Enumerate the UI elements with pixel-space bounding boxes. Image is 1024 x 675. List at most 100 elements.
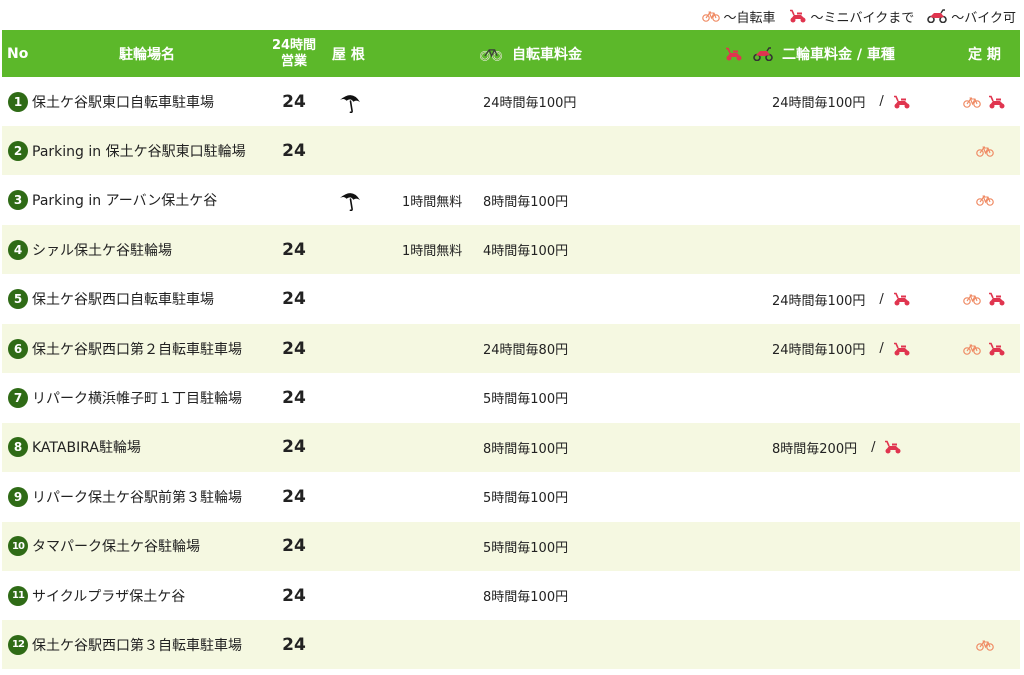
scooter-icon [987, 342, 1007, 356]
parking-name-cell: 11 サイクルプラザ保土ケ谷 [8, 571, 185, 620]
parking-name: サイクルプラザ保土ケ谷 [32, 588, 186, 605]
row-number-badge: 7 [8, 387, 28, 408]
commuter-pass-cell [960, 77, 1010, 126]
scooter-icon [987, 95, 1007, 109]
table-row: 11 サイクルプラザ保土ケ谷 24 8時間毎100円 [2, 571, 1020, 620]
hours-24-cell: 24 [282, 140, 306, 161]
header-roof: 屋 根 [332, 46, 365, 63]
bicycle-fee-cell: 8時間毎100円 [483, 194, 569, 210]
legend-minibike: 〜ミニバイクまで [788, 7, 914, 26]
parking-name: リパーク横浜帷子町１丁目駐輪場 [32, 390, 242, 407]
bicycle-icon [702, 10, 721, 22]
table-row: 10 タマパーク保土ケ谷駐輪場 24 5時間毎100円 [2, 521, 1020, 571]
row-number-badge: 11 [8, 585, 28, 606]
moto-fee-separator: / [879, 341, 884, 356]
table-row: 3 Parking in アーバン保土ケ谷 1時間無料 8時間毎100円 [2, 176, 1020, 225]
moto-fee-cell: 8時間毎200円 / [772, 423, 903, 472]
parking-name: シァル保土ケ谷駐輪場 [32, 242, 172, 259]
scooter-icon [892, 292, 912, 306]
roof-cell [337, 126, 363, 175]
legend-motorbike: 〜バイク可 [926, 7, 1016, 26]
row-number-badge: 1 [8, 91, 28, 112]
scooter-icon [892, 342, 912, 356]
commuter-pass-cell [960, 225, 1010, 274]
moto-fee-cell [772, 472, 786, 521]
table-row: 6 保土ケ谷駅西口第２自転車駐車場 24 24時間毎80円 24時間毎100円 / [2, 324, 1020, 373]
row-number-badge: 9 [8, 486, 28, 507]
parking-name-cell: 9 リパーク保土ケ谷駅前第３駐輪場 [8, 472, 242, 521]
moto-fee-cell [772, 373, 786, 422]
free-time-cell: 1時間無料 [402, 244, 463, 260]
motorbike-icon [752, 46, 774, 61]
parking-name: 保土ケ谷駅西口第２自転車駐車場 [32, 341, 242, 358]
hours-24-cell: 24 [282, 239, 306, 260]
roof-cell [337, 423, 363, 472]
roof-cell [337, 176, 363, 225]
parking-name-cell: 5 保土ケ谷駅西口自転車駐車場 [8, 275, 214, 324]
header-no: No [7, 45, 29, 62]
umbrella-icon [338, 91, 362, 113]
moto-fee-cell [772, 522, 786, 571]
row-number-badge: 4 [8, 239, 28, 260]
roof-cell [337, 522, 363, 571]
moto-fee-cell: 24時間毎100円 / [772, 275, 912, 324]
commuter-pass-cell [960, 522, 1010, 571]
scooter-icon [987, 292, 1007, 306]
motorbike-icon [926, 9, 948, 23]
hours-24-cell: 24 [282, 289, 306, 310]
moto-fee-cell: 24時間毎100円 / [772, 324, 912, 373]
table-row: 4 シァル保土ケ谷駐輪場 24 1時間無料 4時間毎100円 [2, 225, 1020, 275]
roof-cell [337, 620, 363, 669]
free-time-cell: 1時間無料 [402, 194, 463, 210]
commuter-pass-cell [960, 324, 1010, 373]
hours-24-cell: 24 [282, 536, 306, 557]
roof-cell [337, 225, 363, 274]
commuter-pass-cell [960, 373, 1010, 422]
bicycle-fee-cell: 4時間毎100円 [483, 244, 569, 260]
parking-name-cell: 6 保土ケ谷駅西口第２自転車駐車場 [8, 324, 242, 373]
bicycle-icon [963, 343, 981, 355]
commuter-pass-cell [960, 275, 1010, 324]
moto-fee-text: 24時間毎100円 [772, 96, 866, 111]
table-row: 9 リパーク保土ケ谷駅前第３駐輪場 24 5時間毎100円 [2, 472, 1020, 521]
header-24h-line1: 24時間 [271, 37, 317, 53]
parking-name-cell: 2 Parking in 保土ケ谷駅東口駐輪場 [8, 126, 246, 175]
header-24h: 24時間 営業 [264, 30, 324, 77]
row-number-badge: 3 [8, 190, 28, 211]
legend-motorbike-label: 〜バイク可 [951, 10, 1016, 26]
commuter-pass-cell [960, 472, 1010, 521]
hours-24-cell: 24 [282, 634, 306, 655]
scooter-icon [892, 95, 912, 109]
table-row: 7 リパーク横浜帷子町１丁目駐輪場 24 5時間毎100円 [2, 373, 1020, 422]
roof-cell [337, 77, 363, 126]
parking-name: Parking in アーバン保土ケ谷 [32, 193, 218, 210]
hours-24-cell: 24 [282, 387, 306, 408]
moto-fee-text: 24時間毎100円 [772, 343, 866, 358]
commuter-pass-cell [960, 571, 1010, 620]
commuter-pass-cell [960, 176, 1010, 225]
roof-cell [337, 324, 363, 373]
table-row: 1 保土ケ谷駅東口自転車駐車場 24 24時間毎100円 24時間毎100円 / [2, 77, 1020, 126]
header-moto-fee-label: 二輪車料金 / 車種 [782, 46, 895, 63]
legend-bicycle-label: 〜自転車 [723, 10, 776, 26]
hours-24-cell: 24 [282, 486, 306, 507]
umbrella-icon [338, 189, 362, 212]
bicycle-fee-cell: 5時間毎100円 [483, 491, 569, 507]
parking-name-cell: 3 Parking in アーバン保土ケ谷 [8, 176, 217, 225]
bicycle-icon [976, 194, 994, 207]
moto-fee-cell [772, 126, 786, 175]
parking-name-cell: 7 リパーク横浜帷子町１丁目駐輪場 [8, 373, 242, 422]
scooter-icon [883, 440, 903, 454]
header-24h-line2: 営業 [280, 53, 307, 69]
hours-24-cell: 24 [282, 338, 306, 359]
parking-name-cell: 1 保土ケ谷駅東口自転車駐車場 [8, 77, 214, 126]
bicycle-fee-cell: 24時間毎80円 [483, 343, 569, 358]
parking-name: 保土ケ谷駅東口自転車駐車場 [32, 94, 214, 111]
commuter-pass-cell [960, 423, 1010, 472]
parking-name-cell: 4 シァル保土ケ谷駐輪場 [8, 225, 172, 274]
commuter-pass-cell [960, 126, 1010, 175]
table-row: 5 保土ケ谷駅西口自転車駐車場 24 24時間毎100円 / [2, 275, 1020, 324]
header-moto-fee: 二輪車料金 / 車種 [724, 30, 895, 77]
parking-name-cell: 10 タマパーク保土ケ谷駐輪場 [8, 522, 200, 571]
table-row: 2 Parking in 保土ケ谷駅東口駐輪場 24 [2, 126, 1020, 176]
